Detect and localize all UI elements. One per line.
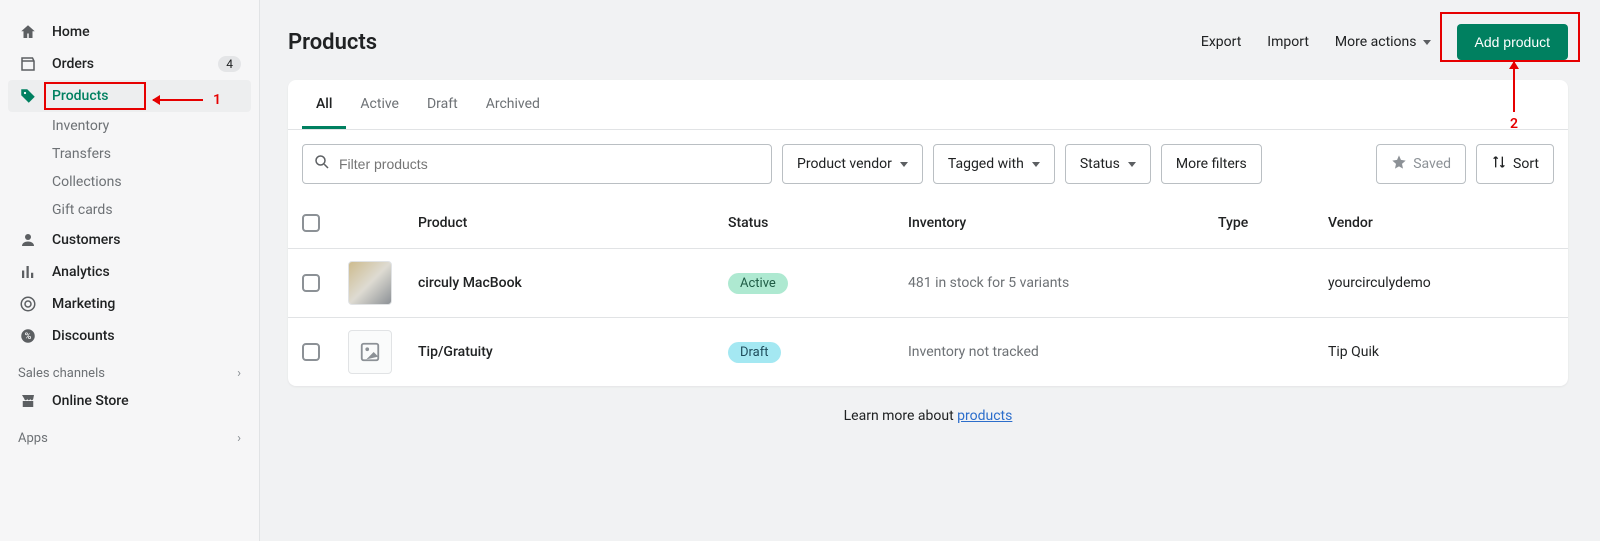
search-icon	[313, 153, 331, 175]
main-content: Products Export Import More actions Add …	[260, 0, 1600, 541]
chevron-right-icon: ›	[237, 431, 241, 446]
col-status: Status	[728, 215, 908, 231]
nav-label: Products	[52, 88, 109, 104]
sidebar: Home Orders 4 Products Inventory Transfe…	[0, 0, 260, 541]
tag-icon	[18, 86, 38, 106]
import-action[interactable]: Import	[1267, 34, 1309, 50]
product-name: Tip/Gratuity	[418, 344, 728, 360]
products-help-link[interactable]: products	[957, 408, 1012, 424]
annotation-arrow-1: 1	[153, 92, 221, 108]
col-inventory: Inventory	[908, 215, 1218, 231]
row-checkbox[interactable]	[302, 274, 320, 292]
learn-more: Learn more about products	[288, 386, 1568, 424]
annotation-arrow-2: 2	[1510, 62, 1518, 132]
product-name: circuly MacBook	[418, 275, 728, 291]
section-apps[interactable]: Apps ›	[8, 417, 251, 450]
saved-filters: Saved	[1376, 144, 1466, 184]
nav-orders[interactable]: Orders 4	[8, 48, 251, 80]
sort-icon	[1491, 154, 1507, 174]
col-product: Product	[418, 215, 728, 231]
row-checkbox[interactable]	[302, 343, 320, 361]
products-card: All Active Draft Archived Product vendor…	[288, 80, 1568, 386]
orders-icon	[18, 54, 38, 74]
chevron-right-icon: ›	[237, 366, 241, 381]
nav-discounts[interactable]: % Discounts	[8, 320, 251, 352]
nav-customers[interactable]: Customers	[8, 224, 251, 256]
store-icon	[18, 391, 38, 411]
sort-button[interactable]: Sort	[1476, 144, 1554, 184]
col-vendor: Vendor	[1328, 215, 1554, 231]
filter-tagged[interactable]: Tagged with	[933, 144, 1055, 184]
nav-label: Customers	[52, 232, 120, 248]
sort-label: Sort	[1513, 156, 1539, 172]
tab-active[interactable]: Active	[346, 80, 413, 129]
subnav-transfers[interactable]: Transfers	[42, 140, 251, 168]
nav-label: Marketing	[52, 296, 115, 312]
saved-label: Saved	[1413, 156, 1451, 172]
status-badge: Active	[728, 273, 788, 294]
product-thumbnail	[348, 261, 392, 305]
star-icon	[1391, 154, 1407, 174]
discounts-icon: %	[18, 326, 38, 346]
nav-analytics[interactable]: Analytics	[8, 256, 251, 288]
subnav-collections[interactable]: Collections	[42, 168, 251, 196]
nav-label: Analytics	[52, 264, 110, 280]
tab-archived[interactable]: Archived	[472, 80, 554, 129]
orders-badge: 4	[218, 56, 241, 72]
col-type: Type	[1218, 215, 1328, 231]
section-label: Apps	[18, 431, 48, 446]
analytics-icon	[18, 262, 38, 282]
filter-vendor[interactable]: Product vendor	[782, 144, 923, 184]
inventory-text: 481 in stock for 5 variants	[908, 275, 1218, 291]
marketing-icon	[18, 294, 38, 314]
tab-draft[interactable]: Draft	[413, 80, 472, 129]
table-row[interactable]: circuly MacBook Active 481 in stock for …	[288, 248, 1568, 317]
select-all-checkbox[interactable]	[302, 214, 320, 232]
add-product-button[interactable]: Add product	[1457, 24, 1569, 60]
filter-input[interactable]	[339, 156, 761, 172]
tab-all[interactable]: All	[302, 80, 346, 129]
subnav-gift-cards[interactable]: Gift cards	[42, 196, 251, 224]
inventory-text: Inventory not tracked	[908, 344, 1218, 360]
nav-label: Discounts	[52, 328, 115, 344]
nav-online-store[interactable]: Online Store	[8, 385, 251, 417]
person-icon	[18, 230, 38, 250]
nav-label: Orders	[52, 56, 94, 72]
home-icon	[18, 22, 38, 42]
product-thumbnail-placeholder	[348, 330, 392, 374]
nav-label: Home	[52, 24, 90, 40]
nav-marketing[interactable]: Marketing	[8, 288, 251, 320]
page-title: Products	[288, 30, 377, 55]
nav-home[interactable]: Home	[8, 16, 251, 48]
filter-search[interactable]	[302, 144, 772, 184]
subnav-inventory[interactable]: Inventory	[42, 112, 251, 140]
status-badge: Draft	[728, 342, 781, 363]
filter-status[interactable]: Status	[1065, 144, 1151, 184]
filter-more[interactable]: More filters	[1161, 144, 1262, 184]
vendor-text: Tip Quik	[1328, 344, 1554, 360]
section-label: Sales channels	[18, 366, 105, 381]
table-row[interactable]: Tip/Gratuity Draft Inventory not tracked…	[288, 317, 1568, 386]
vendor-text: yourcirculydemo	[1328, 275, 1554, 291]
export-action[interactable]: Export	[1201, 34, 1241, 50]
nav-label: Online Store	[52, 393, 129, 409]
section-sales-channels[interactable]: Sales channels ›	[8, 352, 251, 385]
more-actions-dropdown[interactable]: More actions	[1335, 34, 1431, 50]
svg-text:%: %	[25, 332, 32, 342]
